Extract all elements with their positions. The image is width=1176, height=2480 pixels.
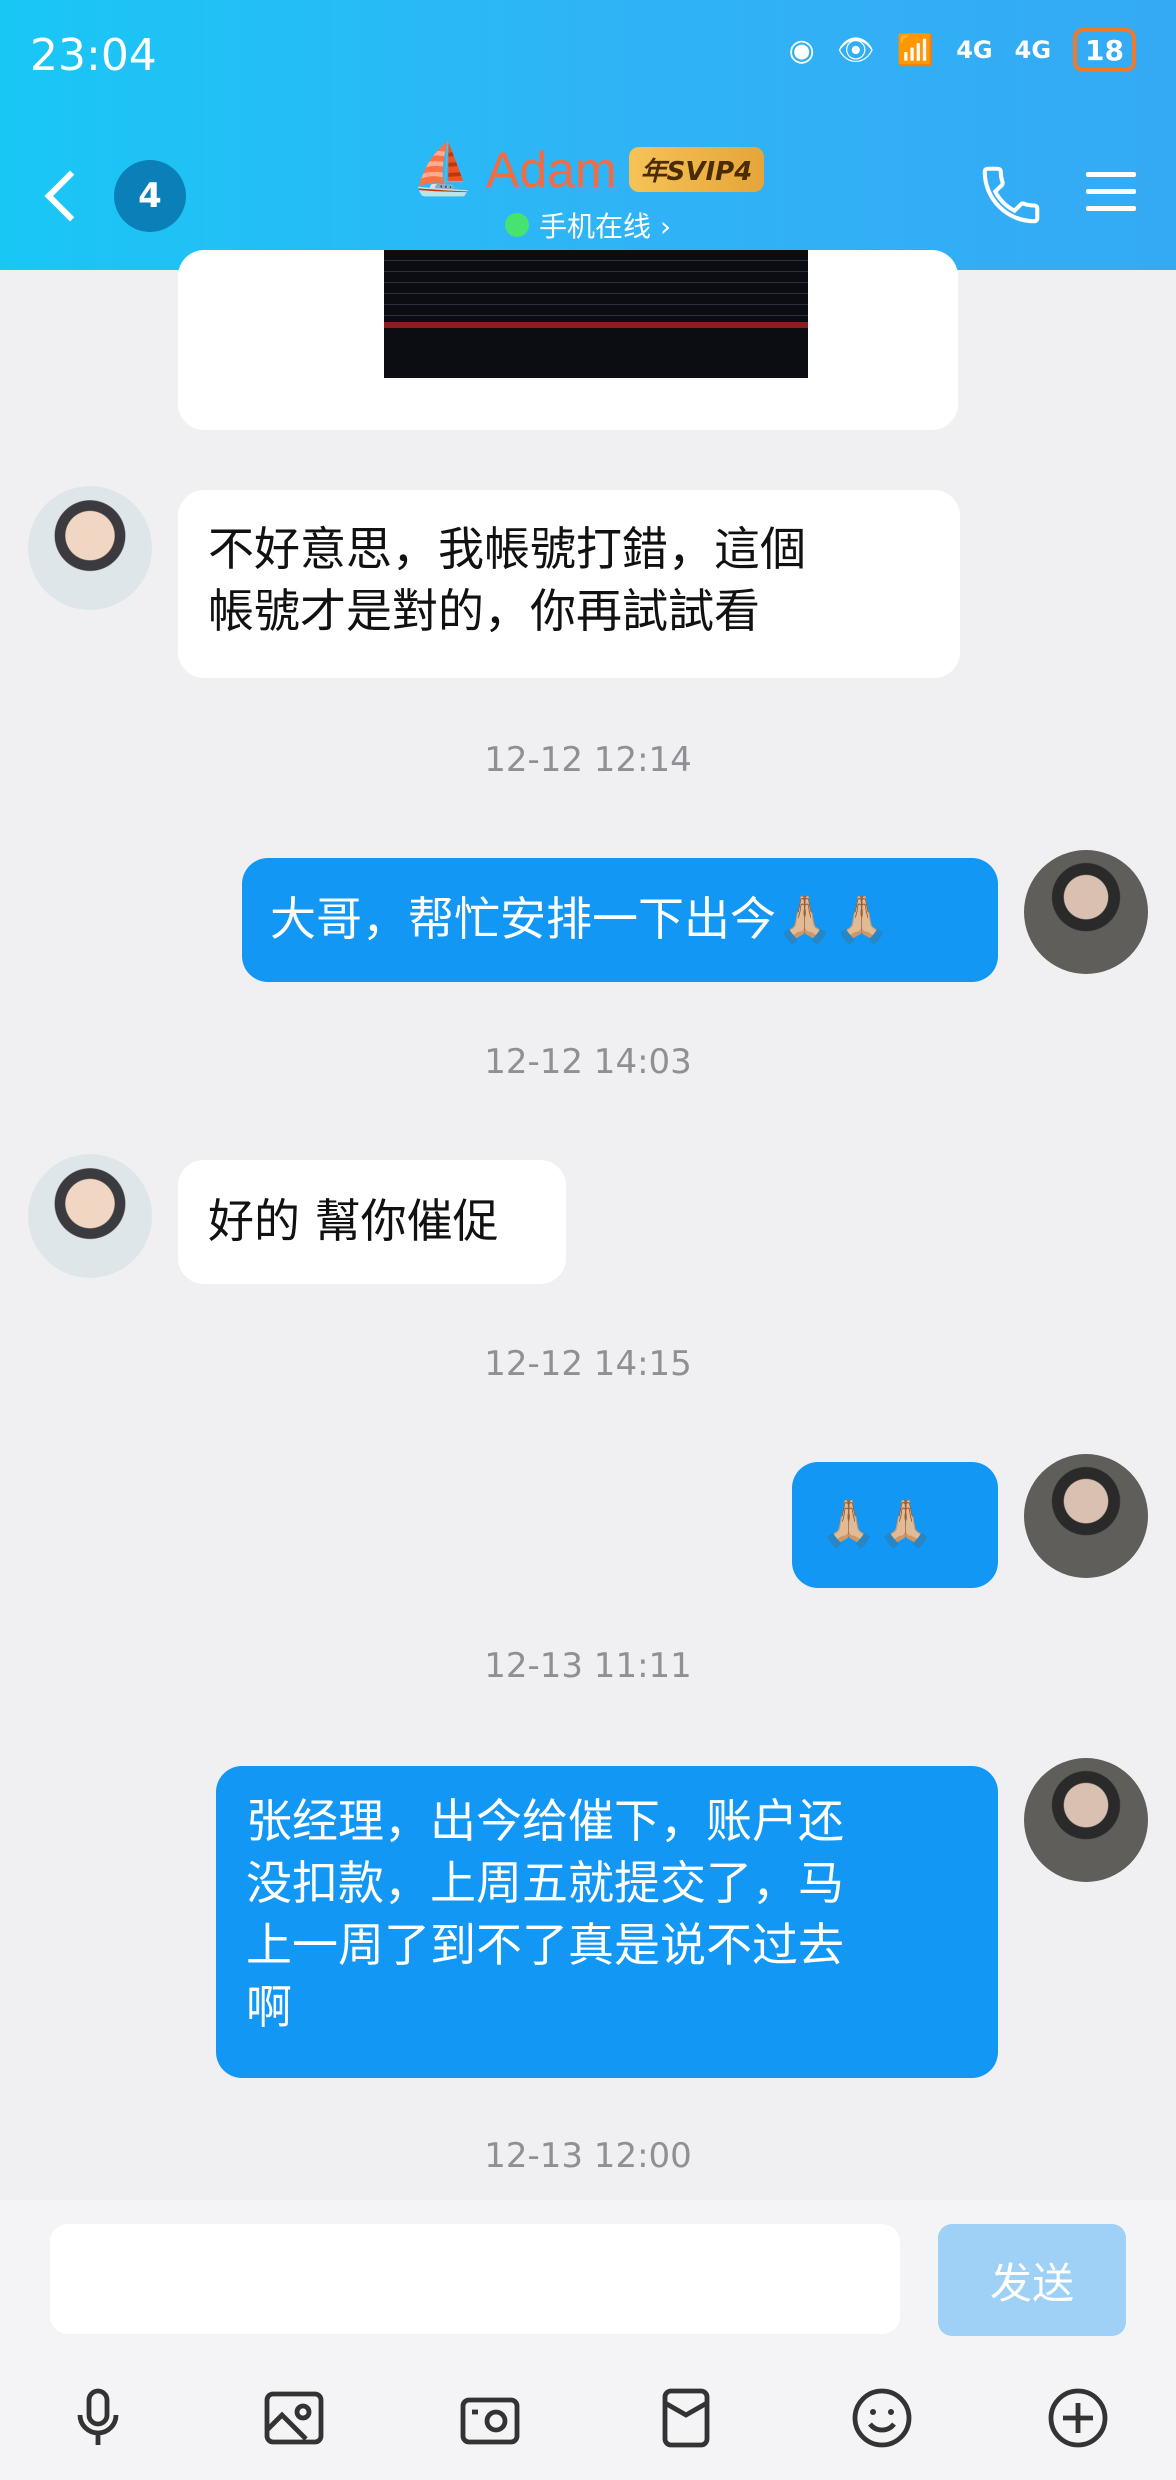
status-time: 23:04 — [30, 30, 157, 81]
vip-badge: 年SVIP4 — [628, 147, 765, 192]
message-text: 上一周了到不了真是说不过去 — [246, 1918, 844, 1972]
status-icons: ◉ 👁 📶 4G 4G 18 — [789, 28, 1136, 72]
red-packet-icon — [662, 2388, 710, 2448]
red-packet-button[interactable] — [648, 2380, 724, 2456]
message-timestamp: 12-13 12:00 — [484, 2136, 692, 2176]
message-timestamp: 12-12 12:14 — [484, 740, 692, 780]
network-4g-2: 4G — [1014, 36, 1052, 64]
camera-button[interactable] — [452, 2380, 528, 2456]
message-bubble-incoming[interactable]: 不好意思，我帳號打錯，這個 帳號才是對的，你再試試看 — [178, 490, 960, 678]
shared-screenshot-image[interactable] — [384, 250, 808, 378]
message-bubble-outgoing[interactable]: 大哥，帮忙安排一下出今🙏🏼🙏🏼 — [242, 858, 998, 982]
message-bubble-outgoing[interactable]: 张经理，出今给催下，账户还 没扣款，上周五就提交了，马 上一周了到不了真是说不过… — [216, 1766, 998, 2078]
online-dot-icon — [504, 213, 529, 237]
message-text: 🙏🏼🙏🏼 — [820, 1496, 935, 1550]
message-bubble-outgoing[interactable]: 🙏🏼🙏🏼 — [792, 1462, 998, 1588]
message-text: 没扣款，上周五就提交了，马 — [246, 1856, 844, 1910]
contact-avatar[interactable] — [28, 486, 152, 610]
message-timestamp: 12-13 11:11 — [484, 1646, 692, 1686]
message-timestamp: 12-12 14:15 — [484, 1344, 692, 1384]
my-avatar[interactable] — [1024, 1454, 1148, 1578]
chat-header: 23:04 ◉ 👁 📶 4G 4G 18 4 ⛵ Adam 年SVIP4 手机在… — [0, 0, 1176, 270]
message-text: 啊 — [246, 1980, 292, 2034]
battery-indicator: 18 — [1073, 28, 1136, 72]
message-text: 张经理，出今给催下，账户还 — [246, 1794, 844, 1848]
wifi-icon: 📶 — [896, 32, 935, 68]
message-input[interactable] — [50, 2224, 900, 2334]
message-text: 不好意思，我帳號打錯，這個 — [208, 522, 806, 576]
microphone-icon — [77, 2388, 119, 2445]
message-timestamp: 12-12 14:03 — [484, 1042, 692, 1082]
send-button[interactable]: 发送 — [938, 2224, 1126, 2336]
emoji-button[interactable] — [844, 2380, 920, 2456]
nfc-icon: ◉ — [788, 32, 815, 68]
gallery-button[interactable] — [256, 2380, 332, 2456]
boat-icon: ⛵ — [411, 140, 474, 198]
message-text: 帳號才是對的，你再試試看 — [208, 584, 760, 638]
message-text: 好的 幫你催促 — [208, 1194, 499, 1248]
message-text: 大哥，帮忙安排一下出今🙏🏼🙏🏼 — [270, 892, 891, 946]
eye-icon: 👁 — [836, 32, 875, 68]
my-avatar[interactable] — [1024, 850, 1148, 974]
online-status: 手机在线 › — [538, 210, 672, 243]
chat-area[interactable]: 不好意思，我帳號打錯，這個 帳號才是對的，你再試試看 12-12 12:14 大… — [0, 250, 1176, 2200]
voice-button[interactable] — [60, 2380, 136, 2456]
phone-icon[interactable] — [976, 160, 1046, 230]
message-bubble-incoming[interactable]: 好的 幫你催促 — [178, 1160, 566, 1284]
network-4g-1: 4G — [956, 36, 993, 64]
contact-name: Adam — [485, 141, 617, 198]
camera-icon — [460, 2397, 520, 2445]
input-toolbar — [0, 2368, 1176, 2468]
menu-icon[interactable] — [1086, 172, 1136, 223]
image-message-bubble[interactable] — [178, 250, 958, 430]
plus-icon — [1048, 2388, 1108, 2448]
image-icon — [264, 2391, 324, 2445]
more-button[interactable] — [1040, 2380, 1116, 2456]
contact-avatar[interactable] — [28, 1154, 152, 1278]
input-area: 发送 — [0, 2200, 1176, 2480]
my-avatar[interactable] — [1024, 1758, 1148, 1882]
smiley-icon — [852, 2388, 912, 2448]
